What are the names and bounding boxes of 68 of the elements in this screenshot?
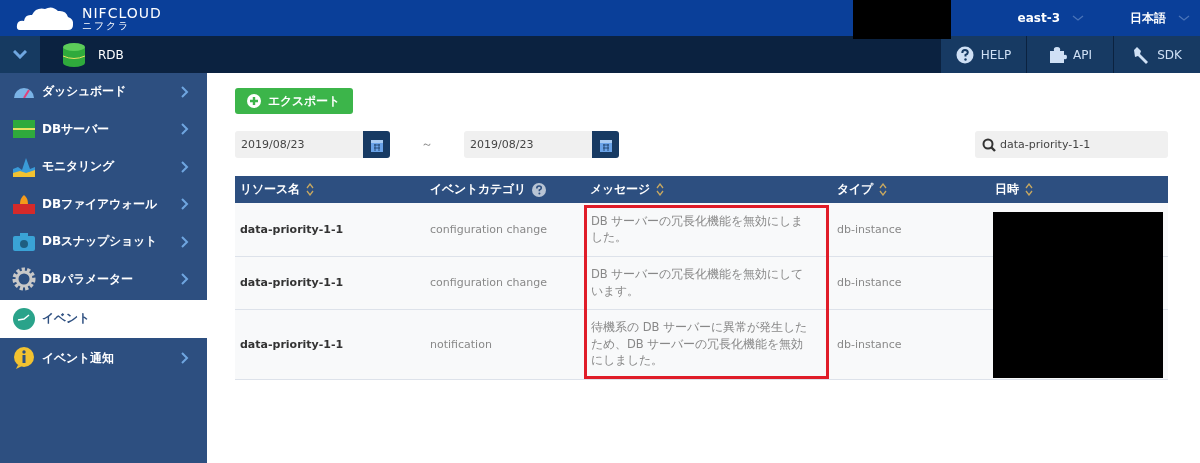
chevron-right-icon	[181, 235, 189, 248]
info-icon	[12, 346, 36, 371]
table-cell: 待機系の DB サーバーに異常が発生した ため、DB サーバーの冗長化機能を無効 にしました。	[585, 309, 832, 379]
sidebar-item[interactable]: DBサーバー	[0, 110, 207, 148]
chevron-right-icon	[181, 160, 189, 173]
sort-icon	[879, 183, 887, 196]
calendar-button[interactable]	[363, 131, 390, 158]
table-cell: configuration change	[425, 256, 585, 309]
gear-icon	[12, 267, 36, 292]
chevron-right-icon	[181, 85, 189, 98]
chevron-down-icon	[1178, 14, 1190, 22]
sort-icon	[1025, 183, 1033, 196]
table-cell: DB サーバーの冗長化機能を無効にして います。	[585, 256, 832, 309]
gauge-icon	[12, 85, 36, 98]
date-field[interactable]: 2019/08/23	[235, 131, 363, 158]
table-cell: db-instance	[832, 309, 990, 379]
fire-wall-icon	[12, 192, 36, 217]
column-header[interactable]: 日時	[990, 176, 1168, 203]
column-header[interactable]: イベントカテゴリ	[425, 176, 585, 203]
sidebar-item[interactable]: イベント	[0, 300, 207, 338]
sidebar-item[interactable]: DBパラメーター	[0, 260, 207, 298]
column-header[interactable]: メッセージ	[585, 176, 832, 203]
table-cell: configuration change	[425, 203, 585, 256]
chevron-right-icon	[181, 273, 189, 286]
toolbar-link[interactable]: API	[1026, 36, 1113, 73]
help-icon	[955, 45, 975, 64]
sidebar-item[interactable]: モニタリング	[0, 148, 207, 186]
table-cell: db-instance	[832, 203, 990, 256]
date-field[interactable]: 2019/08/23	[464, 131, 592, 158]
cloud-icon	[16, 5, 74, 31]
toolbar-link[interactable]: HELP	[940, 36, 1026, 73]
search-icon	[982, 138, 996, 152]
sidebar-item[interactable]: ダッシュボード	[0, 73, 207, 111]
menu-toggle[interactable]	[0, 36, 40, 73]
table-cell: data-priority-1-1	[235, 203, 425, 256]
table-cell: data-priority-1-1	[235, 309, 425, 379]
chevron-down-icon	[13, 50, 27, 59]
column-header[interactable]: リソース名	[235, 176, 425, 203]
chevron-down-icon	[1072, 14, 1084, 22]
chevron-right-icon	[181, 123, 189, 136]
region-selector[interactable]: east-3	[1017, 11, 1084, 25]
column-header[interactable]: タイプ	[832, 176, 990, 203]
table-cell: data-priority-1-1	[235, 256, 425, 309]
clock-icon	[12, 306, 36, 331]
table-cell: db-instance	[832, 256, 990, 309]
calendar-icon	[369, 137, 384, 152]
table-cell: notification	[425, 309, 585, 379]
help-icon	[532, 182, 546, 197]
search-field[interactable]: data-priority-1-1	[975, 131, 1168, 158]
sidebar-item[interactable]: イベント通知	[0, 339, 207, 377]
sort-icon	[306, 183, 314, 196]
sidebar-item[interactable]: DBファイアウォール	[0, 185, 207, 223]
chevron-right-icon	[181, 352, 189, 365]
table-cell: DB サーバーの冗長化機能を無効にしま した。	[585, 203, 832, 256]
logo-text: NIFCLOUD	[82, 5, 162, 20]
calendar-button[interactable]	[592, 131, 619, 158]
language-selector[interactable]: 日本語	[1130, 9, 1190, 27]
toolbar-link[interactable]: SDK	[1113, 36, 1200, 73]
calendar-icon	[598, 137, 613, 152]
sidebar-item[interactable]: DBスナップショット	[0, 223, 207, 261]
plus-circle-icon	[247, 94, 261, 108]
chevron-right-icon	[181, 198, 189, 211]
logo-subtitle: ニフクラ	[82, 20, 131, 31]
service-name: RDB	[98, 47, 124, 62]
database-icon	[62, 42, 86, 67]
range-separator: ～	[420, 136, 434, 153]
sort-icon	[656, 183, 664, 196]
puzzle-icon	[1048, 45, 1067, 64]
